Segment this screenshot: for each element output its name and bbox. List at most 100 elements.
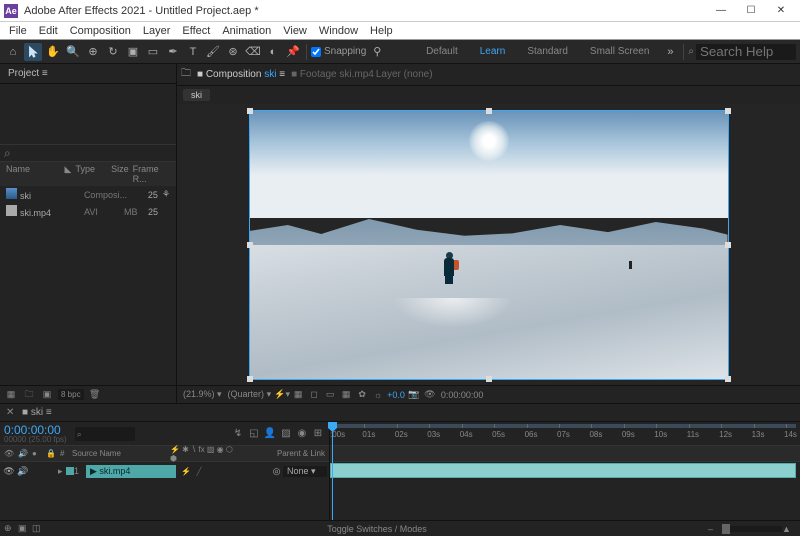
snapping-toggle[interactable]: Snapping	[311, 46, 366, 57]
transparency-grid-icon[interactable]: ▦	[291, 388, 305, 402]
exposure-value[interactable]: +0.0	[387, 390, 405, 400]
bit-depth[interactable]: 8 bpc	[58, 389, 84, 400]
footage-tab[interactable]: ■ Footage ski.mp4	[291, 69, 374, 80]
transfer-controls-icon[interactable]: ◫	[32, 523, 46, 534]
type-tool[interactable]: T	[184, 43, 202, 61]
motion-blur-icon[interactable]: ◉	[295, 427, 309, 441]
transform-handle[interactable]	[725, 108, 731, 114]
viewer-frame[interactable]	[249, 110, 729, 380]
transform-handle[interactable]	[247, 108, 253, 114]
grid-guide-icon[interactable]: ▦	[339, 388, 353, 402]
channel-icon[interactable]: ✿	[355, 388, 369, 402]
brush-tool[interactable]: 🖌	[204, 43, 222, 61]
zoom-dropdown[interactable]: (21.9%) ▾	[181, 389, 224, 400]
rectangle-tool[interactable]: ▭	[144, 43, 162, 61]
menu-layer[interactable]: Layer	[138, 25, 176, 37]
project-item[interactable]: ski.mp4 AVI MB 25	[0, 203, 176, 220]
transform-handle[interactable]	[247, 242, 253, 248]
menu-help[interactable]: Help	[365, 25, 398, 37]
toggle-switches-modes[interactable]: Toggle Switches / Modes	[46, 524, 708, 534]
transform-handle[interactable]	[486, 376, 492, 382]
switch-collapse[interactable]: ⚡	[180, 467, 192, 476]
layer-visibility-icon[interactable]: 👁	[2, 466, 16, 477]
draft-3d-icon[interactable]: ◱	[247, 427, 261, 441]
zoom-in-icon[interactable]: ▲	[782, 524, 796, 534]
pen-tool[interactable]: ✒	[164, 43, 182, 61]
parent-pickwhip-icon[interactable]: ◎	[273, 466, 281, 476]
roto-brush-tool[interactable]: ◐	[264, 43, 282, 61]
orbit-camera-tool[interactable]: ⊕	[84, 43, 102, 61]
reset-exposure-icon[interactable]: ☼	[371, 388, 385, 402]
clone-stamp-tool[interactable]: ⊛	[224, 43, 242, 61]
zoom-out-icon[interactable]: –	[708, 524, 722, 534]
new-comp-icon[interactable]: ▣	[40, 388, 54, 402]
project-tab[interactable]: Project ≡	[0, 64, 176, 84]
transform-handle[interactable]	[247, 376, 253, 382]
work-area[interactable]	[330, 424, 796, 428]
layer-color[interactable]	[66, 467, 74, 475]
zoom-handle-icon[interactable]: ⊕	[4, 523, 18, 534]
render-queue-icon[interactable]: ✕	[6, 407, 18, 418]
region-interest-icon[interactable]: ▭	[323, 388, 337, 402]
project-search[interactable]: ⌕	[0, 144, 176, 162]
timeline-tab[interactable]: ■ ski ≡	[22, 407, 52, 418]
rotation-tool[interactable]: ↻	[104, 43, 122, 61]
frame-blend-icon[interactable]: ▨	[279, 427, 293, 441]
layer-switches-icon[interactable]: ▣	[18, 523, 32, 534]
graph-editor-icon[interactable]: ⊞	[311, 427, 325, 441]
window-close[interactable]: ✕	[766, 1, 796, 21]
zoom-slider[interactable]	[722, 526, 782, 532]
composition-viewport[interactable]	[177, 104, 800, 385]
layer-audio-icon[interactable]: 🔊	[16, 466, 30, 477]
shy-icon[interactable]: 👤	[263, 427, 277, 441]
menu-edit[interactable]: Edit	[34, 25, 63, 37]
hand-tool[interactable]: ✋	[44, 43, 62, 61]
transform-handle[interactable]	[725, 242, 731, 248]
timeline-layer[interactable]: 👁 🔊 ▸ 1 ▶ ski.mp4 ⚡ ╱ ◎ None ▾	[0, 462, 329, 480]
current-time-indicator[interactable]	[332, 422, 333, 520]
project-item[interactable]: ski Composi... 25 ⚘	[0, 186, 176, 203]
comp-subtab[interactable]: ski	[183, 89, 210, 101]
window-minimize[interactable]: —	[706, 1, 736, 21]
timeline-search[interactable]	[75, 427, 135, 441]
menu-window[interactable]: Window	[314, 25, 363, 37]
layer-tab[interactable]: Layer (none)	[376, 69, 433, 80]
timeline-tracks[interactable]: :00s 01s 02s 03s 04s 05s 06s 07s 08s 09s…	[330, 422, 800, 520]
search-help-input[interactable]	[696, 44, 796, 60]
mask-visibility-icon[interactable]: ◻	[307, 388, 321, 402]
layer-bar[interactable]	[330, 463, 796, 478]
zoom-tool[interactable]: 🔍	[64, 43, 82, 61]
resolution-dropdown[interactable]: (Quarter) ▾	[226, 389, 274, 400]
switch-quality[interactable]: ╱	[193, 467, 205, 476]
layer-track[interactable]	[330, 462, 800, 480]
menu-effect[interactable]: Effect	[177, 25, 215, 37]
delete-icon[interactable]: 🗑	[88, 388, 102, 402]
menu-file[interactable]: File	[4, 25, 32, 37]
selection-tool[interactable]	[24, 43, 42, 61]
menu-animation[interactable]: Animation	[217, 25, 276, 37]
window-maximize[interactable]: ☐	[736, 1, 766, 21]
interpret-footage-icon[interactable]: ▦	[4, 388, 18, 402]
workspace-small-screen[interactable]: Small Screen	[580, 44, 659, 59]
comp-mini-flowchart-icon[interactable]: ↯	[231, 427, 245, 441]
fast-previews-icon[interactable]: ⚡▾	[275, 388, 289, 402]
layer-name[interactable]: ▶ ski.mp4	[86, 465, 176, 478]
transform-handle[interactable]	[486, 108, 492, 114]
menu-composition[interactable]: Composition	[65, 25, 136, 37]
home-icon[interactable]: ⌂	[4, 43, 22, 61]
show-snapshot-icon[interactable]: 👁	[423, 388, 437, 402]
parent-dropdown[interactable]: None ▾	[283, 466, 327, 477]
composition-tab[interactable]: ■ Composition ski ≡	[193, 69, 289, 80]
workspace-learn[interactable]: Learn	[470, 44, 516, 59]
workspace-standard[interactable]: Standard	[517, 44, 578, 59]
eraser-tool[interactable]: ⌫	[244, 43, 262, 61]
snapping-options[interactable]: ⚲	[368, 43, 386, 61]
new-folder-icon[interactable]: 🗀	[22, 388, 36, 402]
time-ruler[interactable]: :00s 01s 02s 03s 04s 05s 06s 07s 08s 09s…	[330, 422, 800, 446]
anchor-point-tool[interactable]: ▣	[124, 43, 142, 61]
transform-handle[interactable]	[725, 376, 731, 382]
puppet-tool[interactable]: 📌	[284, 43, 302, 61]
workspace-overflow[interactable]: »	[661, 43, 679, 61]
menu-view[interactable]: View	[278, 25, 312, 37]
workspace-default[interactable]: Default	[416, 44, 468, 59]
